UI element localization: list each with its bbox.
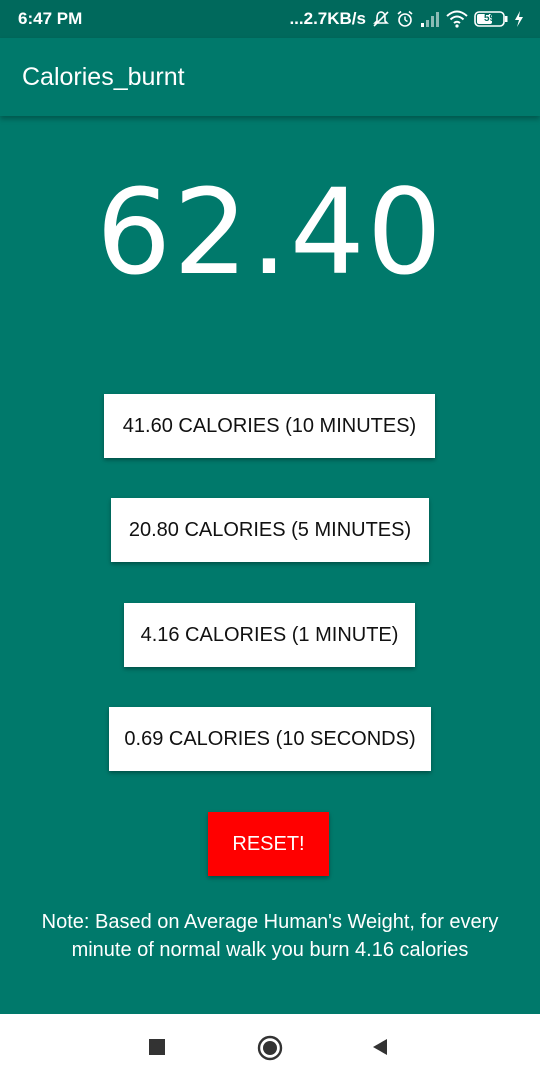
add-10-minutes-button[interactable]: 41.60 CALORIES (10 MINUTES) — [104, 394, 435, 458]
add-10-seconds-button[interactable]: 0.69 CALORIES (10 SECONDS) — [109, 707, 431, 771]
charging-icon — [514, 11, 524, 27]
signal-icon — [420, 11, 440, 27]
battery-level: 59 — [483, 13, 496, 24]
add-5-minutes-button[interactable]: 20.80 CALORIES (5 MINUTES) — [111, 498, 429, 562]
reset-button[interactable]: RESET! — [208, 812, 329, 876]
app-bar: Calories_burnt — [0, 38, 540, 116]
navigation-bar — [0, 1014, 540, 1080]
mute-icon — [372, 10, 390, 28]
app-title: Calories_burnt — [22, 62, 185, 91]
add-1-minute-button[interactable]: 4.16 CALORIES (1 MINUTE) — [124, 603, 415, 667]
calorie-counter: 62.40 — [96, 163, 444, 301]
battery-icon: 59 — [474, 11, 508, 27]
status-bar: 6:47 PM ...2.7KB/s 59 — [0, 0, 540, 38]
status-icons: ...2.7KB/s 59 — [289, 9, 524, 29]
wifi-icon — [446, 10, 468, 28]
status-time: 6:47 PM — [18, 9, 83, 28]
recents-square-icon[interactable] — [148, 1038, 166, 1061]
home-circle-icon[interactable] — [257, 1035, 283, 1066]
alarm-icon — [396, 10, 414, 28]
note-text: Note: Based on Average Human's Weight, f… — [41, 911, 499, 961]
network-speed: ...2.7KB/s — [289, 9, 366, 28]
back-triangle-icon[interactable] — [370, 1037, 390, 1062]
